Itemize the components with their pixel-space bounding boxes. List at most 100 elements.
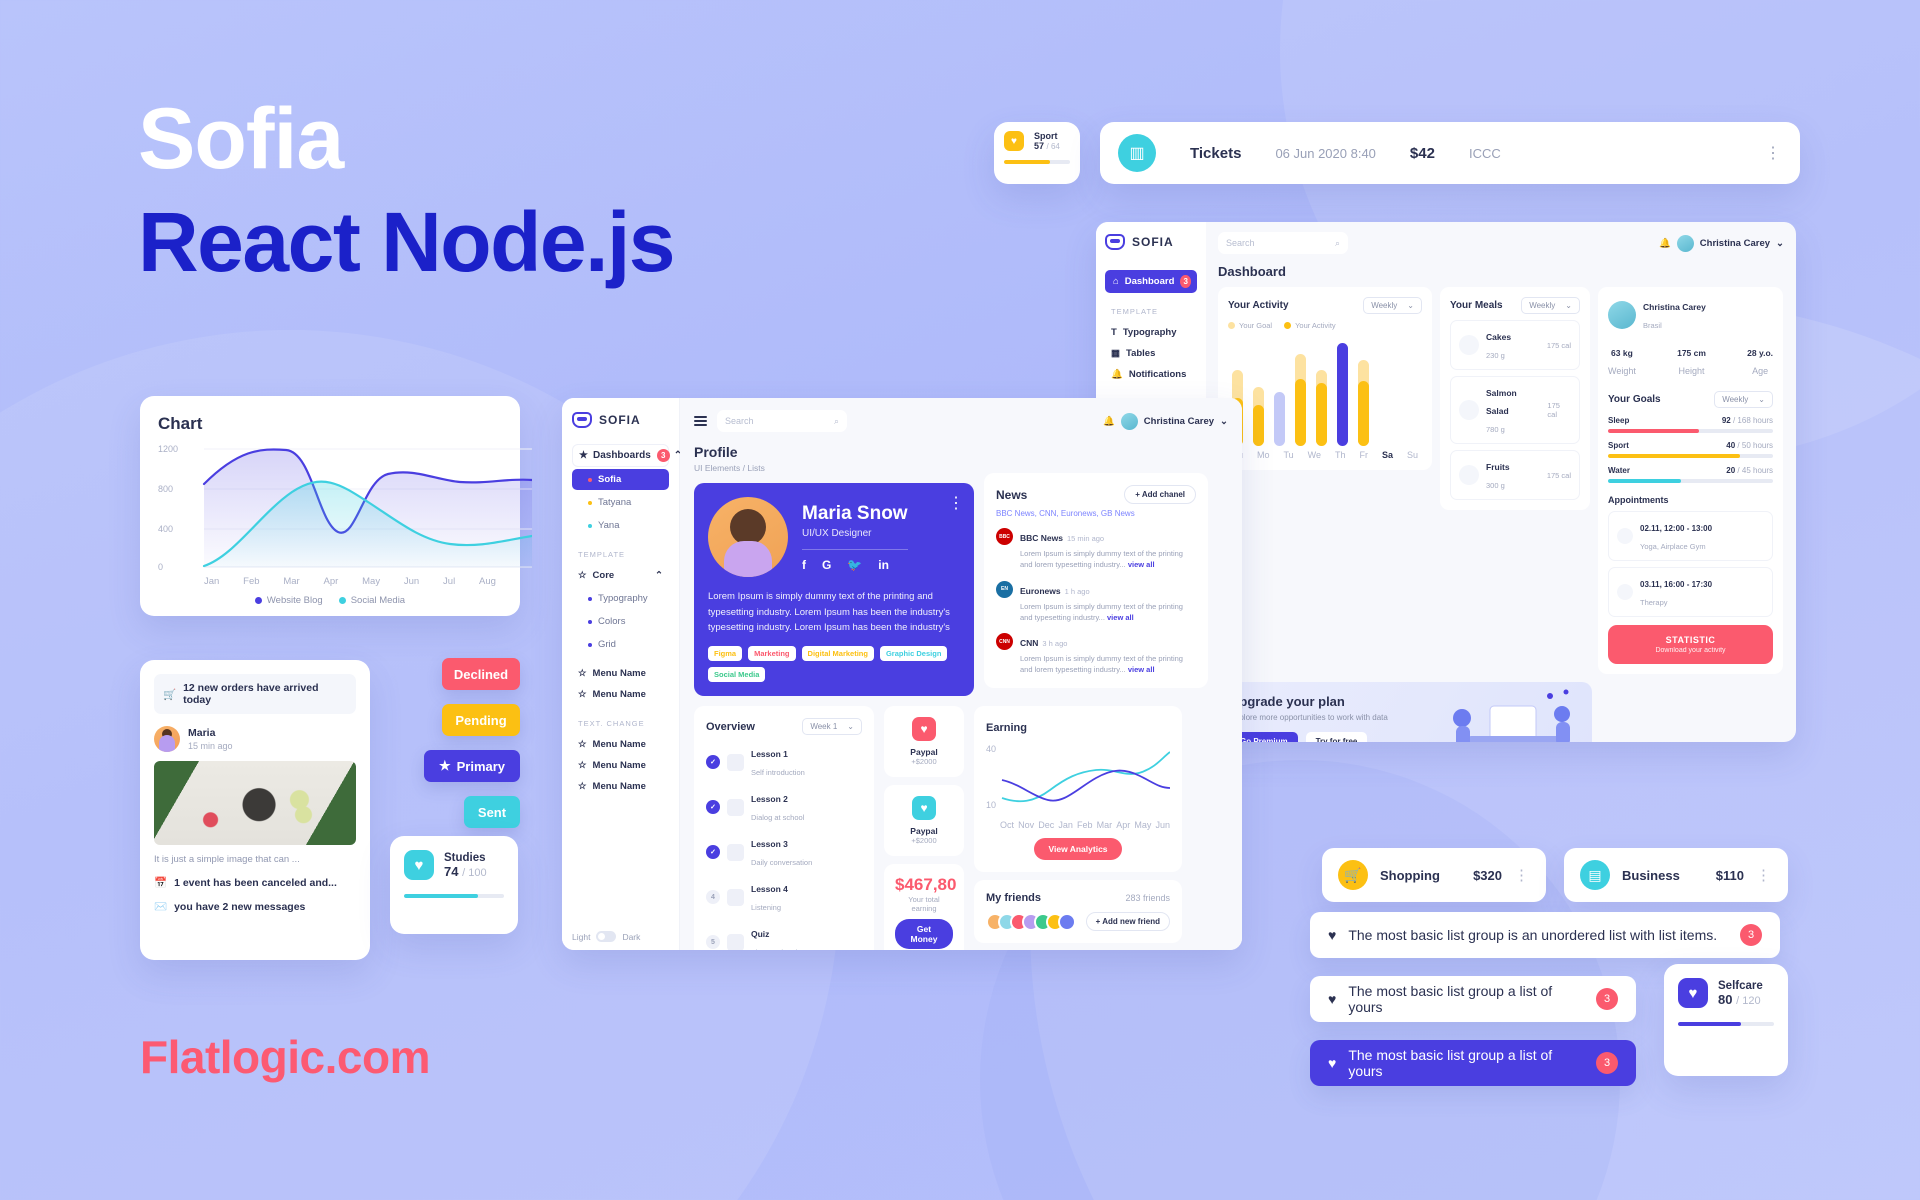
try-free-button[interactable]: Try for free [1305, 732, 1368, 742]
activity-day: Th [1334, 450, 1346, 460]
sidebar-item-menu-3[interactable]: ☆ Menu Name [572, 734, 669, 755]
lesson-row[interactable]: ✓ Lesson 3 Daily conversation [706, 834, 862, 870]
view-analytics-button[interactable]: View Analytics [1034, 838, 1122, 861]
sidebar-item-colors[interactable]: Colors [572, 611, 669, 632]
statistic-download-button[interactable]: STATISTIC Download your activity [1608, 625, 1773, 664]
meal-name: Salmon Salad [1486, 388, 1517, 416]
sidebar-item-tatyana[interactable]: Tatyana [572, 492, 669, 513]
sport-progress-fill [1004, 160, 1051, 164]
kebab-icon[interactable]: ⋮ [1514, 866, 1530, 884]
bell-icon[interactable]: 🔔 [1103, 416, 1115, 427]
google-icon[interactable]: G [822, 558, 831, 572]
sidebar-item-sofia[interactable]: Sofia [572, 469, 669, 490]
legend-swatch-icon [1284, 322, 1292, 329]
lesson-row[interactable]: ✓ Lesson 2 Dialog at school [706, 789, 862, 825]
tag-figma[interactable]: Figma [708, 646, 743, 662]
add-channel-button[interactable]: + Add chanel [1124, 485, 1196, 504]
sidebar-item-grid[interactable]: Grid [572, 634, 669, 655]
sidebar-item-tables[interactable]: ▦ Tables [1105, 343, 1197, 364]
sidebar-item-menu-2[interactable]: ☆ Menu Name [572, 684, 669, 705]
activity-period-select[interactable]: Weekly ⌄ [1363, 297, 1422, 314]
goal-max: / 168 hours [1732, 416, 1773, 425]
app-user-menu[interactable]: 🔔 Christina Carey ⌄ [1103, 412, 1228, 430]
twitter-icon[interactable]: 🐦 [847, 558, 862, 572]
list-group-item-3-active[interactable]: ♥ The most basic list group a list of yo… [1310, 1040, 1636, 1086]
theme-toggle-row[interactable]: Light Dark [562, 923, 680, 950]
sidebar-item-core[interactable]: ☆ Core ⌃ [572, 565, 669, 586]
earning-month: Apr [1116, 820, 1131, 831]
tag-social-media[interactable]: Social Media [708, 667, 766, 683]
legend-swatch-icon [1228, 322, 1235, 329]
overview-week-select[interactable]: Week 1 ⌄ [802, 718, 862, 736]
badge-primary[interactable]: ★ Primary [424, 750, 520, 782]
friends-card: My friends 283 friends + Add new friend [974, 880, 1182, 944]
kebab-icon[interactable]: ⋮ [1756, 866, 1772, 884]
message-item[interactable]: ✉️ you have 2 new messages [154, 900, 356, 914]
meals-period-select[interactable]: Weekly ⌄ [1521, 297, 1580, 314]
badge-pending[interactable]: Pending [442, 704, 520, 736]
sidebar-item-dashboards[interactable]: ★ Dashboards 3 ⌃ [572, 444, 682, 467]
goals-period-select[interactable]: Weekly ⌄ [1714, 391, 1773, 408]
studies-stat-card: ♥ Studies 74 / 100 [390, 836, 518, 934]
lesson-step-indicator: 4 [706, 890, 720, 905]
dashboard-user-menu[interactable]: 🔔 Christina Carey ⌄ [1659, 234, 1784, 252]
earning-svg [1001, 751, 1170, 803]
news-view-all-link[interactable]: view all [1128, 665, 1155, 674]
selfcare-value: 80 [1718, 991, 1733, 1007]
badge-sent[interactable]: Sent [464, 796, 520, 828]
search-input[interactable]: Search ⌕ [717, 410, 847, 432]
theme-toggle[interactable] [596, 931, 617, 942]
tag-marketing[interactable]: Marketing [748, 646, 796, 662]
badge-declined[interactable]: Declined [442, 658, 520, 690]
search-icon: ⌕ [833, 415, 839, 426]
news-view-all-link[interactable]: view all [1107, 613, 1134, 622]
tag-graphic-design[interactable]: Graphic Design [879, 646, 948, 662]
menu-icon[interactable] [694, 416, 707, 426]
linkedin-icon[interactable]: in [878, 558, 889, 572]
sidebar-item-typography[interactable]: Typography [572, 588, 669, 609]
chart-card: Chart 1200 800 400 0 Jan Feb Mar Apr May… [140, 396, 532, 616]
list-group-item-1[interactable]: ♥ The most basic list group is an unorde… [1310, 912, 1780, 958]
sidebar-item-typography[interactable]: T Typography [1105, 322, 1197, 343]
sidebar-item-menu-4[interactable]: ☆ Menu Name [572, 755, 669, 776]
get-money-button[interactable]: Get Money [895, 919, 953, 950]
search-input[interactable]: Search ⌕ [1218, 232, 1348, 254]
news-view-all-link[interactable]: view all [1128, 560, 1155, 569]
app-topbar: Search ⌕ 🔔 Christina Carey ⌄ [694, 410, 1228, 432]
dashboard-user-name: Christina Carey [1699, 237, 1771, 249]
earning-month: Mar [1096, 820, 1113, 831]
sidebar-item-notifications[interactable]: 🔔 Notifications [1105, 364, 1197, 385]
payout-card: ♥ Paypal +$2000 [884, 706, 964, 778]
appointment-row[interactable]: 02.11, 12:00 - 13:00 Yoga, Airplace Gym [1608, 511, 1773, 561]
add-friend-button[interactable]: + Add new friend [1085, 912, 1170, 932]
bullet-icon [588, 500, 592, 505]
new-orders-banner[interactable]: 🛒 12 new orders have arrived today [154, 674, 356, 714]
bell-icon[interactable]: 🔔 [1659, 238, 1671, 249]
sidebar-item-label: Tatyana [598, 497, 632, 508]
facebook-icon[interactable]: f [802, 558, 806, 572]
list-group-item-2[interactable]: ♥ The most basic list group a list of yo… [1310, 976, 1636, 1022]
sidebar-item-menu-5[interactable]: ☆ Menu Name [572, 776, 669, 797]
lesson-row[interactable]: 5 Quiz First week quiz [706, 924, 862, 950]
goal-label: Sport [1608, 441, 1629, 450]
lesson-row[interactable]: ✓ Lesson 1 Self introduction [706, 744, 862, 780]
payouts-column: ♥ Paypal +$2000 ♥ Paypal +$2000 $467,80 … [884, 706, 964, 950]
kebab-icon[interactable]: ⋮ [948, 493, 964, 513]
chevron-down-icon: ⌄ [1220, 415, 1228, 427]
sidebar-item-dashboard[interactable]: ⌂ Dashboard 3 [1105, 270, 1197, 293]
goal-progress-bar [1608, 454, 1773, 458]
sidebar-item-yana[interactable]: Yana [572, 515, 669, 536]
kebab-icon[interactable]: ⋮ [1765, 143, 1782, 163]
widget-business[interactable]: ▤ Business $110 ⋮ [1564, 848, 1788, 902]
appointment-row[interactable]: 03.11, 16:00 - 17:30 Therapy [1608, 567, 1773, 617]
tag-digital-marketing[interactable]: Digital Marketing [801, 646, 874, 662]
sport-max: / 64 [1046, 142, 1060, 151]
stat-label: Age [1752, 366, 1769, 376]
widget-shopping[interactable]: 🛒 Shopping $320 ⋮ [1322, 848, 1546, 902]
event-item[interactable]: 📅 1 event has been canceled and... [154, 876, 356, 890]
star-outline-icon: ☆ [578, 781, 587, 792]
yoga-icon [1617, 528, 1633, 544]
lesson-row[interactable]: 4 Lesson 4 Listening [706, 879, 862, 915]
sidebar-item-menu-1[interactable]: ☆ Menu Name [572, 663, 669, 684]
chart-ytick-1200: 1200 [158, 444, 179, 454]
